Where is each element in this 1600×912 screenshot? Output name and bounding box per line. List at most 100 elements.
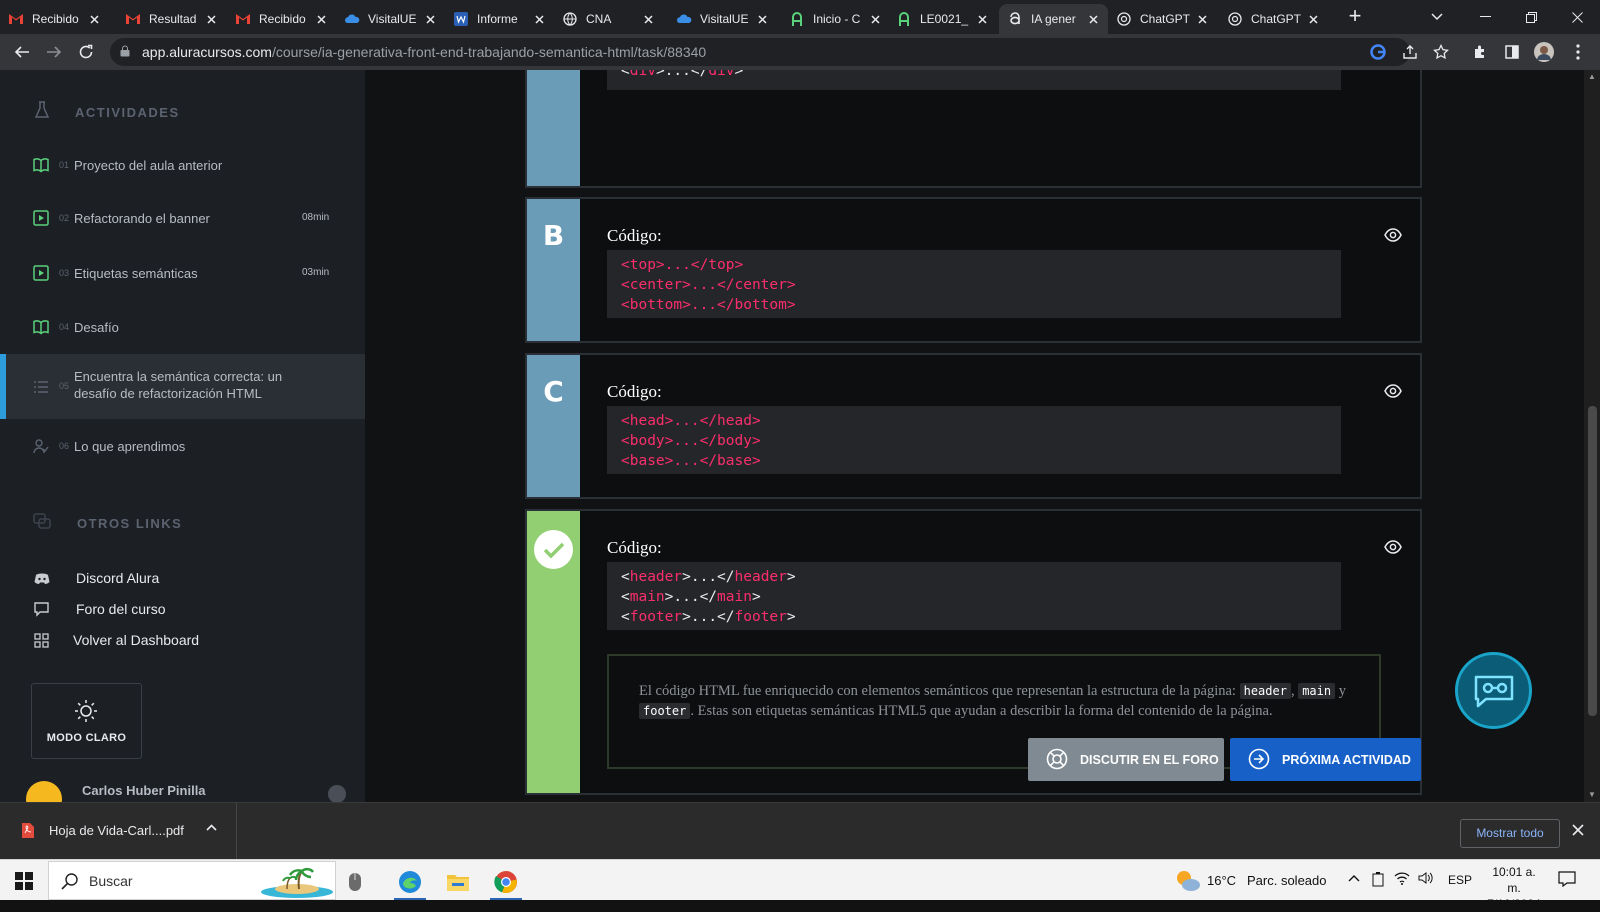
answer-option[interactable]: B Código: <top>...</top> <center>...</cente… [525,197,1422,343]
eye-icon[interactable] [1384,382,1402,400]
sidebar-link[interactable]: Foro del curso [0,598,365,622]
browser-tab[interactable]: Recibido [0,4,109,34]
bookmark-star-icon[interactable] [1431,42,1451,62]
taskbar-mouse-app-icon[interactable] [335,864,375,900]
tab-title: Informe [477,12,518,26]
tab-close-icon[interactable] [755,12,769,27]
light-mode-button[interactable]: MODO CLARO [31,683,142,759]
taskbar-edge-icon[interactable] [390,864,430,900]
tab-close-icon[interactable] [641,12,655,27]
tab-close-icon[interactable] [975,12,989,27]
close-download-bar-icon[interactable] [1572,821,1584,841]
scroll-thumb[interactable] [1588,406,1597,716]
tab-close-icon[interactable] [314,12,328,27]
page-scrollbar[interactable]: ▲ ▼ [1584,70,1600,802]
chat-assistant-button[interactable] [1455,652,1532,729]
language-indicator[interactable]: ESP [1448,873,1472,887]
course-sidebar: ACTIVIDADES 01 Proyecto del aula anterior… [0,70,365,802]
download-item[interactable]: Hoja de Vida-Carl....pdf [0,803,237,859]
download-file-name: Hoja de Vida-Carl....pdf [49,823,184,838]
chevron-up-icon[interactable] [206,822,217,834]
gmail-icon [235,11,251,27]
browser-tab[interactable]: ChatGPT [1219,4,1328,34]
eye-icon[interactable] [1384,538,1402,556]
tab-close-icon[interactable] [1086,12,1100,27]
sidebar-link[interactable]: Discord Alura [0,567,365,591]
scroll-up-arrow[interactable]: ▲ [1584,70,1600,84]
address-bar[interactable]: app.aluracursos.com/course/ia-generativa… [110,38,1410,66]
tab-close-icon[interactable] [87,12,101,27]
volume-icon[interactable] [1418,871,1434,888]
share-icon[interactable] [1400,42,1420,62]
notification-center-icon[interactable] [1558,871,1576,890]
code-block: <div>...</div> [607,70,1341,90]
tab-close-icon[interactable] [1306,12,1320,27]
wifi-icon[interactable] [1394,871,1410,888]
activity-number: 03 [59,267,70,278]
close-window-button[interactable] [1554,0,1600,34]
tab-close-icon[interactable] [868,12,882,27]
tab-search-chevron-icon[interactable] [1414,0,1460,34]
code-line: <top>...</top> [621,255,1327,275]
taskbar-chrome-icon[interactable] [486,864,526,900]
browser-tab[interactable]: ChatGPT [1108,4,1217,34]
answer-option[interactable]: <div>...</div> [525,70,1422,188]
tab-close-icon[interactable] [532,12,546,27]
forward-button[interactable] [40,38,68,66]
chevron-up-tray-icon[interactable] [1348,871,1360,885]
windows-start-icon[interactable] [15,872,33,890]
taskbar-weather-widget[interactable]: 16°C Parc. soleado [1175,869,1335,893]
weather-temperature: 16°C [1207,873,1237,888]
sidebar-activity-item[interactable]: 05 Encuentra la semántica correcta: un de… [0,354,365,419]
browser-tab[interactable]: LE0021_ [888,4,997,34]
sidebar-link[interactable]: Volver al Dashboard [0,629,365,653]
browser-tab[interactable]: Recibido [227,4,336,34]
taskbar-search-box[interactable]: Buscar [48,861,336,900]
profile-avatar[interactable] [1534,42,1554,62]
minimize-button[interactable] [1462,0,1508,34]
sidebar-activity-item[interactable]: 06 Lo que aprendimos [0,430,365,462]
back-button[interactable] [8,38,36,66]
code-line: <div>...</div> [621,70,1327,81]
browser-tab[interactable]: IA gener [999,4,1108,34]
tab-close-icon[interactable] [204,12,218,27]
side-panel-icon[interactable] [1502,42,1522,62]
flask-icon [34,101,50,118]
show-all-downloads-button[interactable]: Mostrar todo [1460,819,1560,848]
new-tab-button[interactable]: + [1342,4,1368,30]
browser-tab[interactable]: VisitalUE [336,4,445,34]
browser-tab[interactable]: CNA [554,4,663,34]
book-icon [33,157,49,173]
extensions-icon[interactable] [1470,42,1490,62]
sidebar-activity-item[interactable]: 04 Desafío [0,311,365,343]
browser-tab[interactable]: VisitalUE [668,4,777,34]
tab-title: LE0021_ [920,12,969,26]
restore-button[interactable] [1508,0,1554,34]
tab-title: Resultad [149,12,197,26]
chatgpt-icon [1116,11,1132,27]
battery-icon[interactable] [1372,871,1384,890]
more-menu-icon[interactable] [1568,42,1588,62]
browser-tab[interactable]: Resultad [117,4,226,34]
sidebar-activity-item[interactable]: 03 Etiquetas semánticas 03min [0,257,365,289]
activity-number: 06 [59,440,70,451]
user-menu-icon[interactable] [328,785,346,802]
user-profile[interactable]: Carlos Huber Pinilla [0,775,365,802]
code-line: <bottom>...</bottom> [621,295,1327,315]
eye-icon[interactable] [1384,226,1402,244]
tab-close-icon[interactable] [423,12,437,27]
reload-button[interactable] [72,38,100,66]
browser-tab[interactable]: Inicio - C [781,4,890,34]
google-lens-icon[interactable] [1368,42,1388,62]
browser-tab[interactable]: Informe [445,4,554,34]
next-activity-button[interactable]: PRÓXIMA ACTIVIDAD [1230,738,1421,781]
sidebar-activity-item[interactable]: 02 Refactorando el banner 08min [0,202,365,234]
tab-title: VisitalUE [368,12,417,26]
answer-option[interactable]: C Código: <head>...</head> <body>...</body>… [525,353,1422,499]
scroll-down-arrow[interactable]: ▼ [1584,788,1600,802]
taskbar-clock[interactable]: 10:01 a. m. 7/10/2024 [1484,864,1544,912]
taskbar-file-explorer-icon[interactable] [438,864,478,900]
tab-close-icon[interactable] [1195,12,1209,27]
sidebar-activity-item[interactable]: 01 Proyecto del aula anterior [0,149,365,181]
discuss-forum-button[interactable]: DISCUTIR EN EL FORO [1028,738,1224,781]
